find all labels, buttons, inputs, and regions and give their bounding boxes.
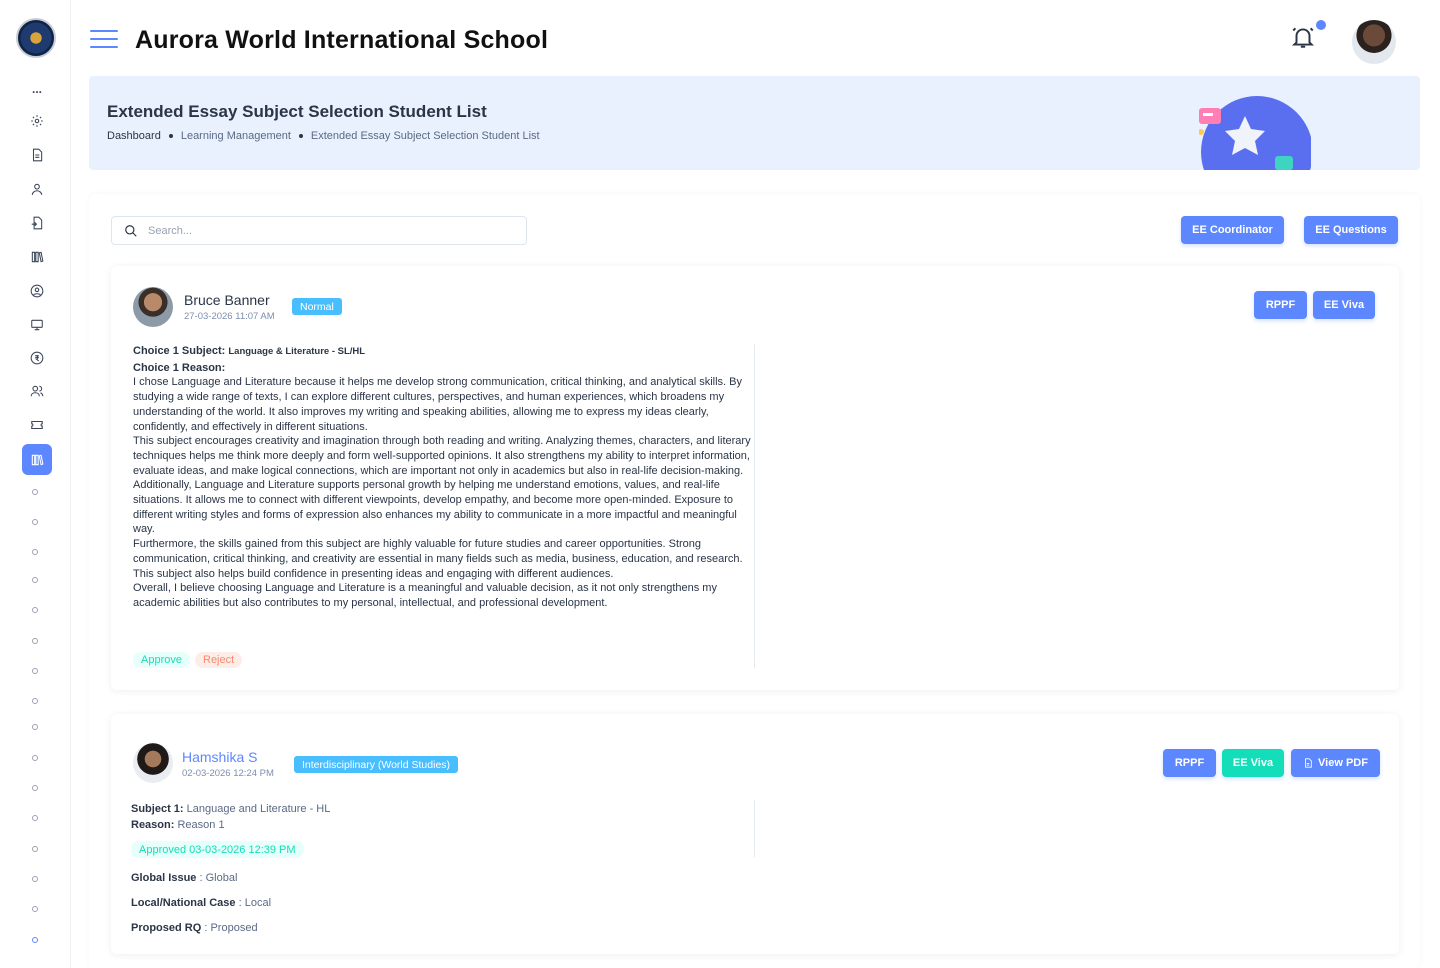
reason-paragraph: Additionally, Language and Literature su…	[133, 479, 737, 536]
ee-viva-button[interactable]: EE Viva	[1222, 749, 1284, 777]
search-input[interactable]	[148, 217, 508, 244]
subject-value: Language and Literature - HL	[186, 803, 331, 815]
proposed-rq-value: Proposed	[210, 922, 258, 934]
view-pdf-button[interactable]: View PDF	[1291, 749, 1380, 777]
monitor-icon[interactable]	[26, 314, 48, 336]
page-title: Extended Essay Subject Selection Student…	[107, 102, 487, 121]
global-issue-label: Global Issue	[131, 872, 197, 884]
reason-paragraph: I chose Language and Literature because …	[133, 376, 743, 433]
submenu-dot[interactable]	[32, 724, 38, 730]
proposed-rq-label: Proposed RQ	[131, 922, 202, 934]
breadcrumb-dashboard[interactable]: Dashboard	[107, 130, 161, 142]
notification-dot	[1316, 20, 1326, 30]
reason-paragraph: Furthermore, the skills gained from this…	[133, 538, 743, 580]
rppf-button[interactable]: RPPF	[1163, 749, 1216, 777]
submenu-dot[interactable]	[32, 846, 38, 852]
student-name[interactable]: Hamshika S	[182, 749, 257, 765]
reject-button[interactable]: Reject	[195, 652, 243, 668]
proposed-rq-row: Proposed RQ : Proposed	[131, 922, 258, 934]
submenu-dot[interactable]	[32, 489, 38, 495]
hamburger-menu-icon[interactable]	[90, 30, 118, 48]
users-icon[interactable]	[26, 380, 48, 402]
student-card: Hamshika S 02-03-2026 12:24 PM Interdisc…	[111, 714, 1399, 954]
submenu-dot[interactable]	[32, 815, 38, 821]
subject-row: Subject 1: Language and Literature - HL	[131, 803, 330, 815]
sidebar: ...	[0, 0, 71, 968]
approve-button[interactable]: Approve	[133, 652, 190, 668]
breadcrumb-learning-management[interactable]: Learning Management	[181, 130, 291, 142]
breadcrumb: Dashboard Learning Management Extended E…	[107, 130, 540, 142]
more-icon[interactable]: ...	[26, 78, 48, 100]
view-pdf-label: View PDF	[1318, 757, 1368, 769]
user-circle-icon[interactable]	[26, 280, 48, 302]
submenu-dot[interactable]	[32, 577, 38, 583]
submenu-dot[interactable]	[32, 607, 38, 613]
submenu-dot[interactable]	[32, 906, 38, 912]
submenu-dot[interactable]	[32, 698, 38, 704]
page-banner: Extended Essay Subject Selection Student…	[89, 76, 1420, 170]
global-issue-value: Global	[205, 872, 238, 884]
search-icon	[125, 225, 137, 237]
ee-viva-button[interactable]: EE Viva	[1313, 291, 1375, 319]
choice1-subject-label: Choice 1 Subject:	[133, 345, 226, 357]
student-card: Bruce Banner 27-03-2026 11:07 AM Normal …	[111, 266, 1399, 690]
submenu-dot[interactable]	[32, 785, 38, 791]
search-box[interactable]	[111, 216, 527, 245]
choice1-reason-label: Choice 1 Reason:	[133, 361, 226, 374]
submenu-dot-active[interactable]	[32, 937, 38, 943]
reason-label: Reason:	[131, 819, 175, 831]
currency-icon[interactable]	[26, 347, 48, 369]
user-icon[interactable]	[26, 178, 48, 200]
submenu-dot[interactable]	[32, 638, 38, 644]
choice-details: Choice 1 Subject: Language & Literature …	[133, 344, 753, 611]
top-header: Aurora World International School	[71, 0, 1440, 76]
school-logo[interactable]	[16, 18, 56, 58]
breadcrumb-current: Extended Essay Subject Selection Student…	[310, 130, 540, 142]
choice1-subject-line: Choice 1 Subject: Language & Literature …	[133, 344, 753, 360]
student-name: Bruce Banner	[184, 292, 270, 308]
library-icon[interactable]	[26, 246, 48, 268]
student-list-panel: EE Coordinator EE Questions Bruce Banner…	[89, 194, 1420, 968]
subject-label: Subject 1:	[131, 803, 184, 815]
ticket-icon[interactable]	[26, 414, 48, 436]
star-illustration	[1199, 96, 1311, 170]
reason-paragraph: This subject encourages creativity and i…	[133, 435, 751, 477]
local-case-value: Local	[244, 897, 272, 909]
submenu-dot[interactable]	[32, 755, 38, 761]
pdf-icon	[1305, 758, 1312, 768]
ee-coordinator-button[interactable]: EE Coordinator	[1181, 216, 1284, 244]
submission-date: 27-03-2026 11:07 AM	[184, 311, 275, 322]
submenu-dot[interactable]	[32, 549, 38, 555]
reason-paragraph: Overall, I believe choosing Language and…	[133, 582, 717, 609]
column-divider	[754, 800, 755, 857]
rppf-button[interactable]: RPPF	[1254, 291, 1307, 319]
ee-questions-button[interactable]: EE Questions	[1304, 216, 1398, 244]
local-case-label: Local/National Case	[131, 897, 236, 909]
document-icon[interactable]	[26, 144, 48, 166]
submenu-dot[interactable]	[32, 876, 38, 882]
global-issue-row: Global Issue : Global	[131, 872, 238, 884]
user-avatar[interactable]	[1352, 20, 1396, 64]
column-divider	[754, 344, 755, 668]
submenu-dot[interactable]	[32, 519, 38, 525]
file-transfer-icon[interactable]	[26, 212, 48, 234]
category-badge: Normal	[292, 298, 342, 315]
reason-row: Reason: Reason 1	[131, 819, 225, 831]
category-badge: Interdisciplinary (World Studies)	[294, 756, 459, 773]
submission-date: 02-03-2026 12:24 PM	[182, 768, 274, 779]
submenu-dot[interactable]	[32, 668, 38, 674]
approved-status-badge: Approved 03-03-2026 12:39 PM	[131, 841, 304, 858]
student-avatar	[133, 287, 173, 327]
student-avatar	[133, 743, 173, 783]
bell-icon[interactable]	[1290, 24, 1316, 50]
school-name: Aurora World International School	[135, 26, 549, 54]
choice1-subject-value: Language & Literature - SL/HL	[228, 346, 366, 357]
books-icon[interactable]	[22, 444, 52, 475]
local-case-row: Local/National Case : Local	[131, 897, 272, 909]
settings-icon[interactable]	[26, 110, 48, 132]
reason-value: Reason 1	[177, 819, 225, 831]
